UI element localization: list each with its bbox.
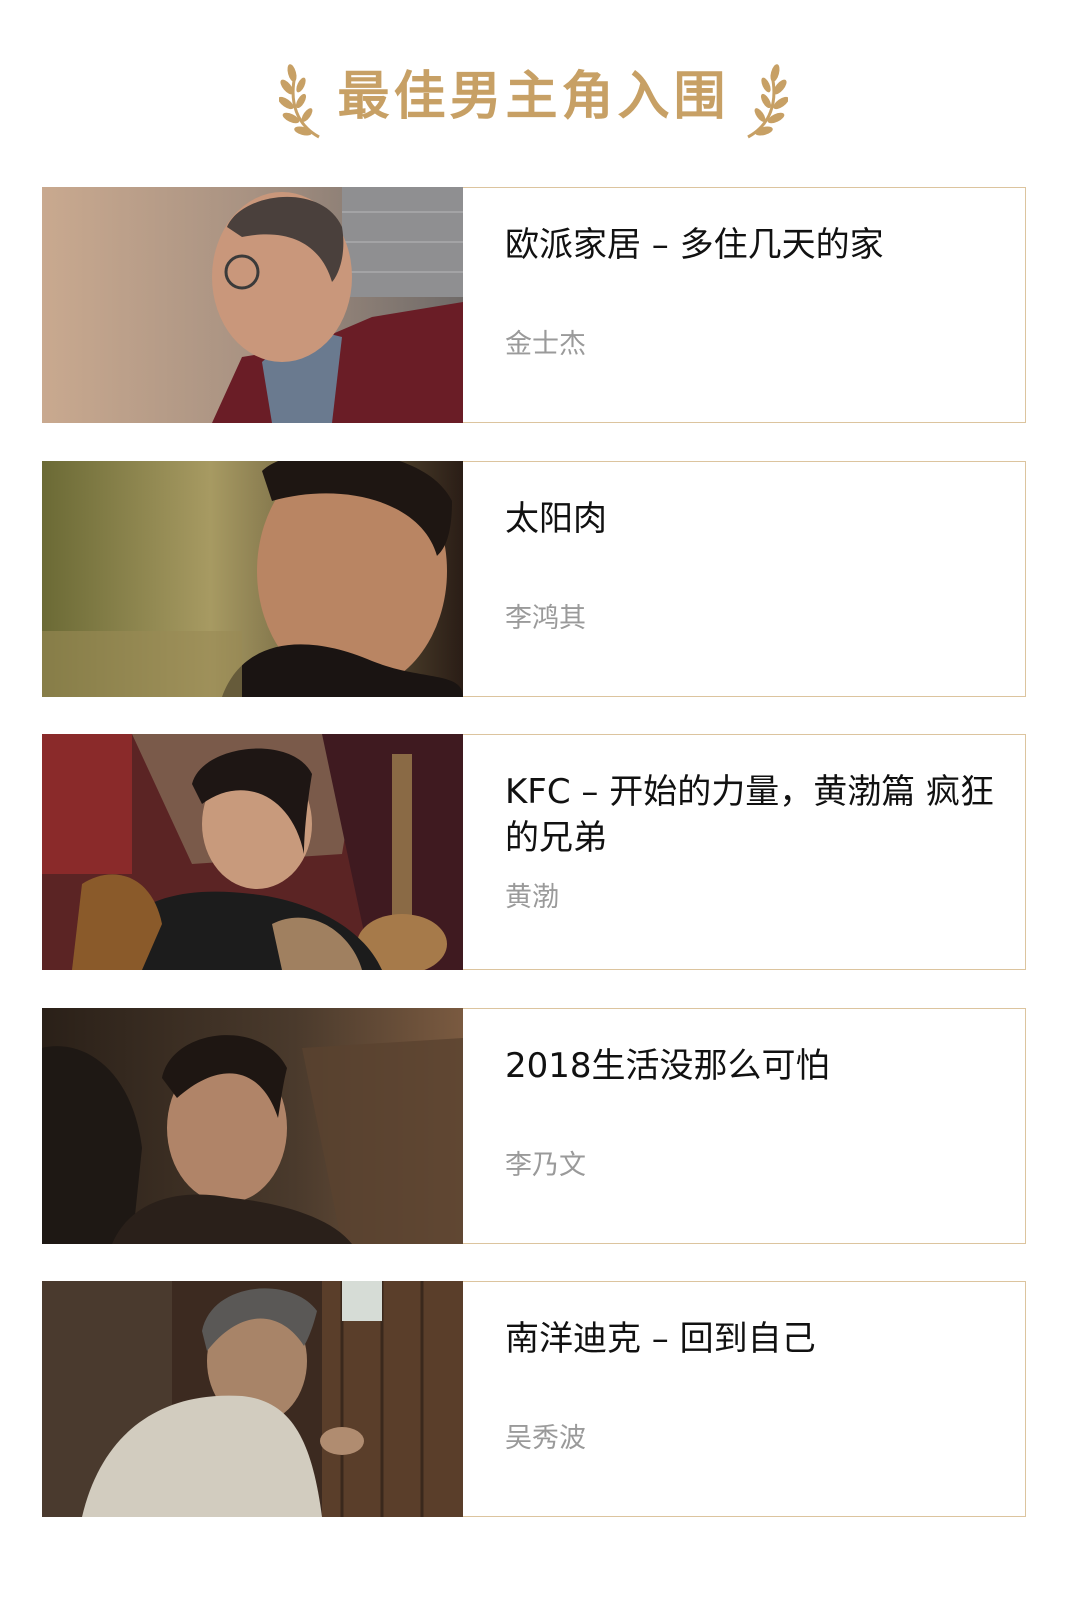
nominee-title: 太阳肉 — [505, 499, 607, 539]
nominee-title: 欧派家居 – 多住几天的家 — [505, 225, 884, 265]
nominee-title: 南洋迪克 – 回到自己 — [505, 1319, 816, 1359]
nominee-title: KFC – 开始的力量，黄渤篇 疯狂的兄弟 — [505, 772, 995, 858]
nominee-card[interactable]: KFC – 开始的力量，黄渤篇 疯狂的兄弟 黄渤 — [42, 734, 1026, 970]
nominee-actor: 金士杰 — [505, 329, 586, 360]
nominee-thumbnail[interactable] — [42, 1008, 463, 1244]
nominee-actor: 李乃文 — [505, 1150, 586, 1181]
page-header: 最佳男主角入围 — [0, 52, 1067, 142]
laurel-right-icon — [746, 64, 788, 139]
laurel-left-icon — [279, 64, 321, 139]
nominee-actor: 吴秀波 — [505, 1423, 586, 1454]
nominee-actor: 黄渤 — [505, 882, 559, 913]
nominee-thumbnail[interactable] — [42, 461, 463, 697]
nominee-thumbnail[interactable] — [42, 187, 463, 423]
nominee-card[interactable]: 欧派家居 – 多住几天的家 金士杰 — [42, 187, 1026, 423]
nominee-actor: 李鸿其 — [505, 603, 586, 634]
page-title: 最佳男主角入围 — [337, 67, 730, 127]
nominee-card[interactable]: 太阳肉 李鸿其 — [42, 461, 1026, 697]
nominee-thumbnail[interactable] — [42, 1281, 463, 1517]
nominee-title: 2018生活没那么可怕 — [505, 1046, 830, 1086]
nominee-card[interactable]: 南洋迪克 – 回到自己 吴秀波 — [42, 1281, 1026, 1517]
nominee-thumbnail[interactable] — [42, 734, 463, 970]
nominee-card[interactable]: 2018生活没那么可怕 李乃文 — [42, 1008, 1026, 1244]
